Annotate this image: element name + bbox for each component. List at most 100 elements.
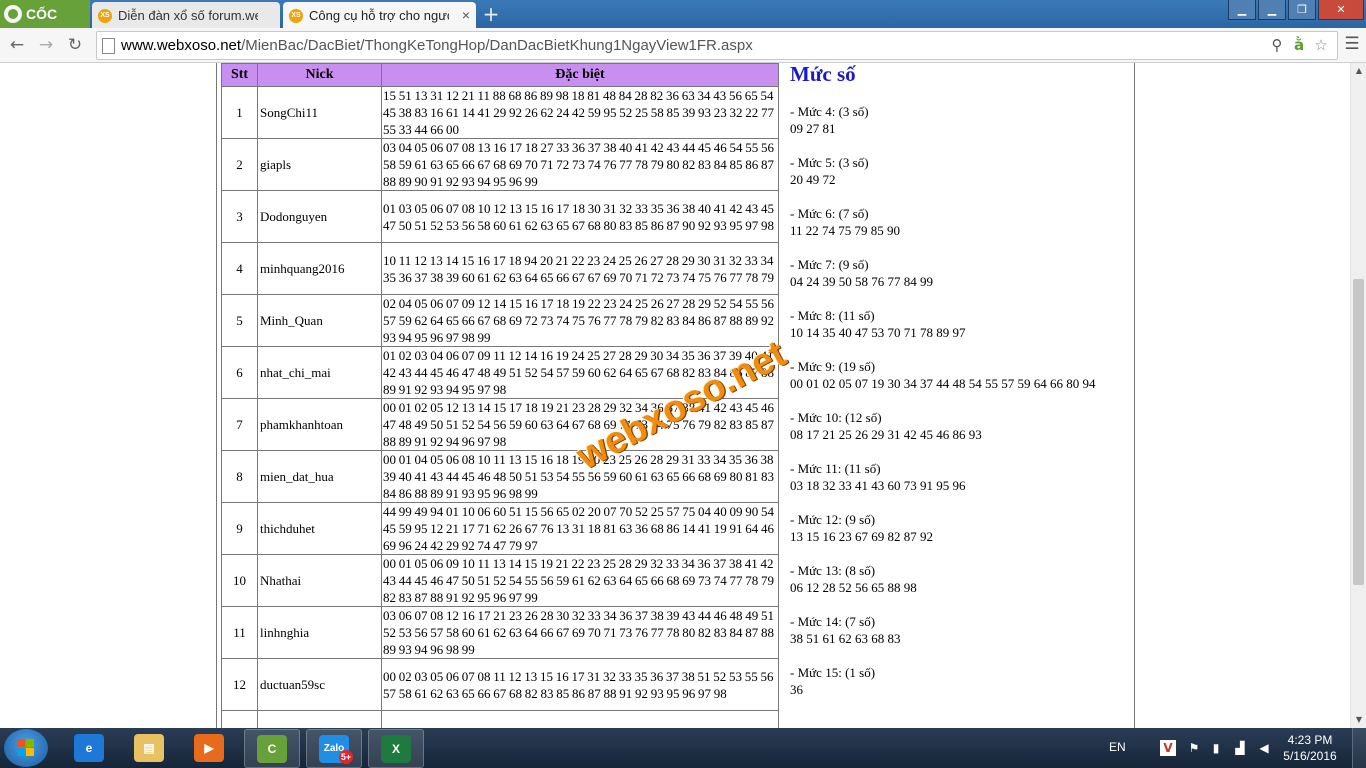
scroll-down-icon[interactable]: ▼ [1351, 712, 1366, 728]
muc-level: - Mức 14: (7 số) 38 51 61 62 63 68 83 [790, 613, 1135, 647]
muc-level-numbers: 09 27 81 [790, 121, 836, 136]
row-dac-biet-numbers: 15 51 13 31 12 21 11 88 68 86 89 98 18 8… [381, 86, 779, 139]
url-path: /MienBac/DacBiet/ThongKeTongHop/DanDacBi… [241, 37, 753, 54]
muc-level-numbers: 20 49 72 [790, 172, 836, 187]
coccoc-logo[interactable]: CỐC CỐC [0, 0, 90, 50]
table-row: 5 Minh_Quan 02 04 05 06 07 09 12 14 15 16 … [221, 294, 779, 347]
row-nick: maivanE [257, 710, 382, 728]
translate-icon[interactable]: ằ [1289, 34, 1309, 56]
page-content: Stt Nick Đặc biệt 1 SongChi11 15 51 13 31 … [0, 63, 1350, 728]
row-nick: thichduhet [257, 502, 382, 555]
taskbar-app[interactable]: X [368, 729, 424, 768]
muc-level-label: - Mức 4: (3 số) [790, 104, 869, 119]
row-stt: 2 [221, 138, 258, 191]
tab-label: Diễn đàn xổ số forum.webxoso [118, 7, 258, 23]
action-center-icon[interactable]: ⚑ [1186, 740, 1202, 756]
row-dac-biet-numbers: 03 06 07 08 12 16 17 21 23 26 28 30 32 3… [381, 606, 779, 659]
app-icon: X [381, 735, 411, 763]
muc-level-label: - Mức 7: (9 số) [790, 257, 869, 272]
language-indicator[interactable]: EN [1109, 740, 1126, 754]
taskbar-clock[interactable]: 4:23 PM 5/16/2016 [1270, 732, 1350, 764]
clock-date: 5/16/2016 [1283, 749, 1337, 763]
back-icon[interactable]: ← [5, 33, 29, 57]
row-dac-biet-numbers: 10 11 12 13 14 15 16 17 18 94 20 21 22 2… [381, 242, 779, 295]
tab-cong-cu[interactable]: XS Công cụ hỗ trợ cho người chơi × [283, 2, 476, 28]
row-nick: ductuan59sc [257, 658, 382, 711]
muc-level: - Mức 15: (1 số) 36 [790, 664, 1135, 698]
muc-level: - Mức 5: (3 số) 20 49 72 [790, 154, 1135, 188]
taskbar-app[interactable]: e [62, 729, 116, 766]
table-header-row: Stt Nick Đặc biệt [221, 63, 779, 87]
start-button[interactable] [4, 729, 48, 767]
taskbar-app[interactable]: ▤ [122, 729, 176, 766]
muc-level: - Mức 6: (7 số) 11 22 74 75 79 85 90 [790, 205, 1135, 239]
bookmark-star-icon[interactable]: ☆ [1311, 34, 1331, 56]
taskbar-app[interactable]: Zalo 5+ [306, 729, 362, 768]
taskbar-app[interactable]: C [244, 729, 300, 768]
muc-so-panel: Mức số - Mức 4: (3 số) 09 27 81 - Mức 5: (… [790, 63, 1135, 697]
muc-level-label: - Mức 10: (12 số) [790, 410, 882, 425]
url-text[interactable]: www.webxoso.net/MienBac/DacBiet/ThongKeT… [121, 32, 753, 59]
muc-level-numbers: 11 22 74 75 79 85 90 [790, 223, 901, 238]
forward-icon[interactable]: → [34, 33, 58, 57]
tab-label: Công cụ hỗ trợ cho người chơi [309, 7, 449, 23]
minimize-icon[interactable]: ▁ [1228, 0, 1256, 20]
row-stt: 11 [221, 606, 258, 659]
muc-so-title: Mức số [790, 63, 856, 86]
row-nick: Dodonguyen [257, 190, 382, 243]
show-desktop-button[interactable] [1352, 728, 1366, 768]
table-row: 8 mien_dat_hua 00 01 04 05 06 08 10 11 13 … [221, 450, 779, 503]
row-stt: 13 [221, 710, 258, 728]
reload-icon[interactable]: ↻ [63, 33, 87, 57]
app-icon: ▤ [134, 734, 164, 762]
row-nick: nhat_chi_mai [257, 346, 382, 399]
muc-level-label: - Mức 6: (7 số) [790, 206, 869, 221]
table-row: 2 giapls 03 04 05 06 07 08 13 16 17 18 27 … [221, 138, 779, 191]
muc-level-label: - Mức 11: (11 số) [790, 461, 881, 476]
muc-level-numbers: 36 [790, 682, 803, 697]
new-tab-button[interactable]: + [480, 3, 502, 25]
row-dac-biet-numbers: 00 01 05 06 09 10 11 13 14 15 19 21 22 2… [381, 554, 779, 607]
row-stt: 12 [221, 658, 258, 711]
tab-forum[interactable]: XS Diễn đàn xổ số forum.webxoso [92, 2, 280, 28]
battery-icon[interactable]: ▮ [1208, 740, 1224, 756]
coccoc-logo-icon [4, 5, 22, 23]
windows-logo-icon [17, 739, 35, 757]
page-icon [102, 38, 115, 54]
muc-level-numbers: 06 12 28 52 56 65 88 98 [790, 580, 917, 595]
table-row: 11 linhnghia 03 06 07 08 12 16 17 21 23 26… [221, 606, 779, 659]
page-scrollbar[interactable]: ▲ ▼ [1350, 63, 1366, 728]
muc-level: - Mức 10: (12 số) 08 17 21 25 26 29 31 42… [790, 409, 1135, 443]
tab-close-icon[interactable]: × [462, 2, 470, 28]
zoom-icon[interactable]: ⚲ [1267, 34, 1287, 56]
close-window-icon[interactable]: ✕ [1318, 0, 1364, 20]
app-icon: C [257, 735, 287, 763]
muc-level-label: - Mức 14: (7 số) [790, 614, 876, 629]
menu-icon[interactable]: ☰ [1342, 32, 1362, 56]
taskbar-app[interactable]: ▶ [182, 729, 236, 766]
scroll-thumb[interactable] [1353, 279, 1364, 585]
muc-level-label: - Mức 8: (11 số) [790, 308, 875, 323]
row-dac-biet-numbers: 00 02 03 05 06 07 08 11 12 13 15 16 17 3… [381, 658, 779, 711]
row-stt: 6 [221, 346, 258, 399]
row-stt: 10 [221, 554, 258, 607]
row-dac-biet-numbers: 00 02 03 04 07 28 30 31 36 37 39 41 42 4… [381, 710, 779, 728]
row-stt: 4 [221, 242, 258, 295]
antivirus-icon[interactable]: V [1160, 740, 1176, 756]
header-nick: Nick [257, 63, 382, 87]
row-nick: linhnghia [257, 606, 382, 659]
scroll-up-icon[interactable]: ▲ [1351, 63, 1366, 79]
restore-icon[interactable]: ▁ [1258, 0, 1286, 20]
table-row: 3 Dodonguyen 01 03 05 06 07 08 10 12 13 15… [221, 190, 779, 243]
table-row: 1 SongChi11 15 51 13 31 12 21 11 88 68 86 … [221, 86, 779, 139]
app-icon: ▶ [194, 734, 224, 762]
address-bar[interactable]: www.webxoso.net/MienBac/DacBiet/ThongKeT… [96, 31, 1338, 60]
row-nick: giapls [257, 138, 382, 191]
row-nick: SongChi11 [257, 86, 382, 139]
muc-level-label: - Mức 15: (1 số) [790, 665, 876, 680]
muc-level: - Mức 9: (19 số) 00 01 02 05 07 19 30 34 … [790, 358, 1135, 392]
muc-level: - Mức 7: (9 số) 04 24 39 50 58 76 77 84 9… [790, 256, 1135, 290]
maximize-icon[interactable]: ❐ [1288, 0, 1316, 20]
notification-badge: 5+ [339, 750, 353, 764]
network-icon[interactable]: ▟ [1232, 740, 1248, 756]
